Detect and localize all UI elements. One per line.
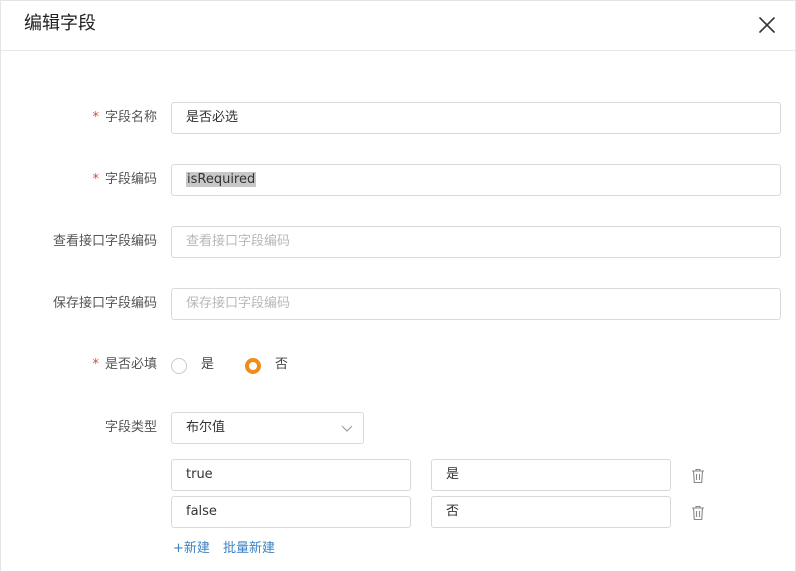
view-api-code-label: 查看接口字段编码 [52, 234, 157, 249]
field-code-label: * 字段编码 [92, 172, 157, 187]
option-text-input[interactable]: 是 [431, 459, 671, 491]
required-mark: * [92, 172, 99, 187]
field-type-select[interactable]: 布尔值 [171, 412, 364, 444]
dialog-title: 编辑字段 [24, 13, 96, 34]
save-api-code-label: 保存接口字段编码 [52, 296, 157, 311]
radio-no[interactable] [245, 358, 261, 374]
option-text-input[interactable]: 否 [431, 496, 671, 528]
batch-add-link[interactable]: 批量新建 [223, 539, 275, 559]
radio-yes[interactable] [171, 358, 187, 374]
field-code-input[interactable]: isRequired [171, 164, 781, 196]
required-mark: * [92, 110, 99, 125]
view-api-code-input[interactable]: 查看接口字段编码 [171, 226, 781, 258]
add-option-link[interactable]: +新建 [173, 539, 210, 559]
trash-icon[interactable] [691, 505, 705, 521]
option-value-input[interactable]: false [171, 496, 411, 528]
is-required-label: * 是否必填 [92, 357, 157, 372]
radio-yes-label[interactable]: 是 [201, 355, 214, 375]
placeholder: 保存接口字段编码 [186, 296, 291, 311]
placeholder: 查看接口字段编码 [186, 234, 291, 249]
edit-field-dialog: 编辑字段 * 字段名称 是否必选 * 字段编码 isRequired 查看接口字段编… [0, 0, 796, 571]
save-api-code-input[interactable]: 保存接口字段编码 [171, 288, 781, 320]
trash-icon[interactable] [691, 468, 705, 484]
radio-no-label[interactable]: 否 [275, 355, 288, 375]
field-type-label: 字段类型 [104, 420, 157, 435]
selected-text: isRequired [186, 172, 257, 187]
dialog-header: 编辑字段 [1, 1, 795, 51]
field-name-label: * 字段名称 [92, 110, 157, 125]
required-mark: * [92, 357, 99, 372]
close-icon[interactable] [757, 15, 777, 35]
option-value-input[interactable]: true [171, 459, 411, 491]
chevron-down-icon [341, 425, 353, 432]
field-name-input[interactable]: 是否必选 [171, 102, 781, 134]
